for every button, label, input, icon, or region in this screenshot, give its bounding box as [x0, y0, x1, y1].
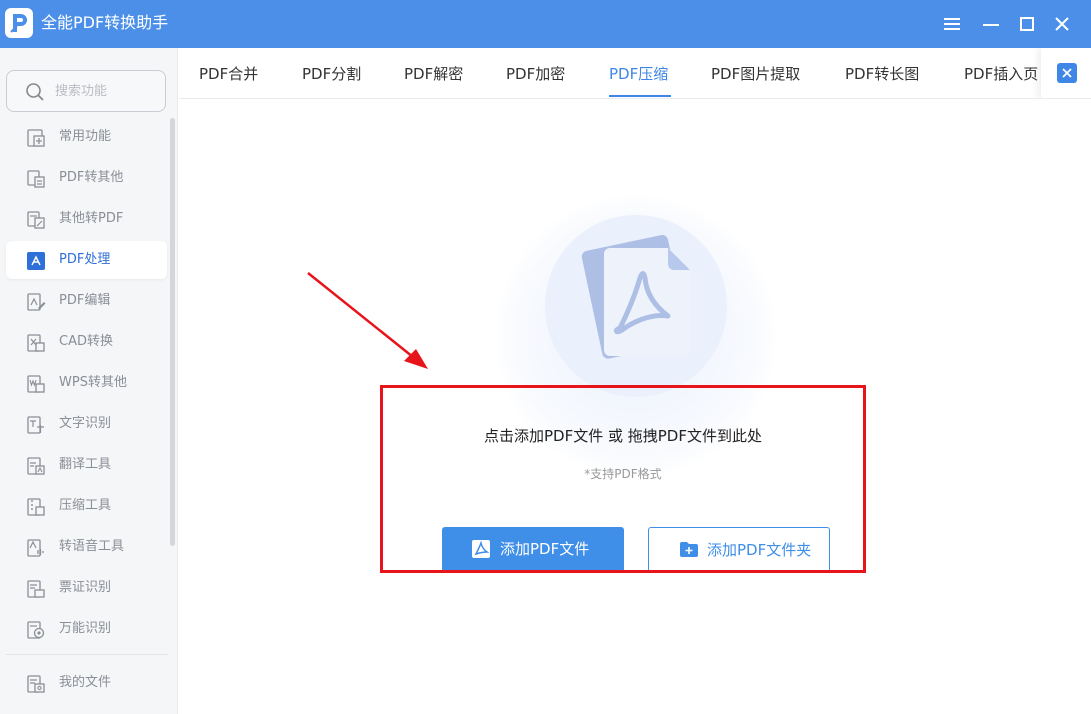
sidebar-item-label: 票证识别: [59, 580, 112, 595]
text-recognition-icon: [26, 415, 46, 435]
sidebar-item-label: 转语音工具: [59, 539, 125, 554]
sidebar-item-label: PDF编辑: [59, 293, 111, 308]
close-tab-button[interactable]: [1057, 63, 1077, 83]
text-to-speech-icon: [26, 538, 46, 558]
sidebar-item-label: PDF转其他: [59, 170, 124, 185]
cad-convert-icon: [26, 333, 46, 353]
sidebar-item-wps-convert[interactable]: WPS转其他: [6, 364, 167, 402]
other-to-pdf-icon: [26, 210, 46, 230]
tab-pdf-image-extract[interactable]: PDF图片提取: [711, 63, 800, 85]
sidebar-item-label: PDF处理: [59, 252, 111, 267]
add-pdf-file-label: 添加PDF文件: [500, 540, 590, 558]
sidebar-item-text-recognition[interactable]: 文字识别: [6, 405, 167, 443]
tab-pdf-insert-page[interactable]: PDF插入页: [964, 63, 1038, 85]
minimize-button[interactable]: [977, 10, 1005, 38]
pdf-document-illustration-icon: [570, 232, 700, 366]
sidebar-item-label: 压缩工具: [59, 498, 112, 513]
tab-pdf-merge[interactable]: PDF合并: [199, 63, 258, 85]
app-title: 全能PDF转换助手: [41, 13, 169, 32]
close-icon: [1062, 68, 1072, 78]
search-input[interactable]: [55, 81, 159, 101]
sidebar: 常用功能 PDF转其他 其他转PDF PDF处理 PDF编辑 CAD转换 W: [0, 48, 178, 714]
minimize-icon: [983, 24, 999, 26]
sidebar-item-label: 万能识别: [59, 621, 112, 636]
tab-pdf-decrypt[interactable]: PDF解密: [404, 63, 463, 85]
close-window-button[interactable]: [1048, 10, 1076, 38]
common-functions-icon: [26, 128, 46, 148]
tool-tabs: PDF合并 PDF分割 PDF解密 PDF加密 PDF压缩 PDF图片提取 PD…: [179, 48, 1091, 99]
sidebar-item-label: 文字识别: [59, 416, 112, 431]
sidebar-item-other-to-pdf[interactable]: 其他转PDF: [6, 200, 167, 238]
sidebar-item-label: CAD转换: [59, 334, 113, 349]
menu-button[interactable]: [938, 10, 966, 38]
sidebar-item-translate[interactable]: 翻译工具: [6, 446, 167, 484]
tab-pdf-encrypt[interactable]: PDF加密: [506, 63, 565, 85]
app-logo-icon: [5, 8, 33, 38]
dropzone-hint: 点击添加PDF文件 或 拖拽PDF文件到此处: [484, 427, 762, 445]
dropzone-format-hint: *支持PDF格式: [584, 467, 662, 481]
sidebar-item-pdf-to-other[interactable]: PDF转其他: [6, 159, 167, 197]
active-tab-indicator: [609, 95, 671, 97]
maximize-icon: [1020, 17, 1034, 31]
sidebar-item-label: WPS转其他: [59, 375, 127, 390]
sidebar-item-pdf-edit[interactable]: PDF编辑: [6, 282, 167, 320]
compress-icon: [26, 497, 46, 517]
sidebar-item-compress[interactable]: 压缩工具: [6, 487, 167, 525]
pdf-edit-icon: [26, 292, 46, 312]
sidebar-item-cad-convert[interactable]: CAD转换: [6, 323, 167, 361]
sidebar-item-label: 其他转PDF: [59, 211, 124, 226]
tab-pdf-compress[interactable]: PDF压缩: [609, 63, 668, 85]
translate-icon: [26, 456, 46, 476]
sidebar-item-common-functions[interactable]: 常用功能: [6, 118, 167, 156]
add-pdf-file-button[interactable]: 添加PDF文件: [442, 527, 624, 572]
add-file-icon: [472, 540, 490, 558]
sidebar-item-text-to-speech[interactable]: 转语音工具: [6, 528, 167, 566]
tab-close-area: [1041, 48, 1091, 98]
search-icon: [26, 83, 44, 101]
add-pdf-folder-label: 添加PDF文件夹: [707, 541, 812, 559]
pdf-process-icon: [26, 251, 46, 271]
universal-recognition-icon: [26, 620, 46, 640]
tab-pdf-split[interactable]: PDF分割: [302, 63, 361, 85]
add-pdf-folder-button[interactable]: 添加PDF文件夹: [648, 527, 830, 572]
my-files-icon: [26, 674, 46, 694]
sidebar-item-label: 翻译工具: [59, 457, 112, 472]
menu-icon: [944, 18, 960, 30]
add-folder-icon: [679, 541, 698, 559]
sidebar-item-label: 我的文件: [59, 675, 112, 690]
search-box[interactable]: [6, 70, 166, 112]
pdf-to-other-icon: [26, 169, 46, 189]
red-arrow-annotation-icon: [300, 265, 440, 384]
ticket-recognition-icon: [26, 579, 46, 599]
title-bar: 全能PDF转换助手: [0, 0, 1091, 48]
sidebar-item-label: 常用功能: [59, 129, 112, 144]
maximize-button[interactable]: [1013, 10, 1041, 38]
close-icon: [1055, 17, 1069, 31]
sidebar-scrollbar[interactable]: [170, 118, 175, 546]
tab-pdf-to-long-image[interactable]: PDF转长图: [845, 63, 919, 85]
sidebar-divider: [6, 654, 168, 655]
sidebar-item-my-files[interactable]: 我的文件: [6, 664, 167, 702]
sidebar-item-universal-recognition[interactable]: 万能识别: [6, 610, 167, 648]
sidebar-item-pdf-process[interactable]: PDF处理: [6, 241, 167, 279]
wps-convert-icon: [26, 374, 46, 394]
sidebar-item-ticket-recognition[interactable]: 票证识别: [6, 569, 167, 607]
